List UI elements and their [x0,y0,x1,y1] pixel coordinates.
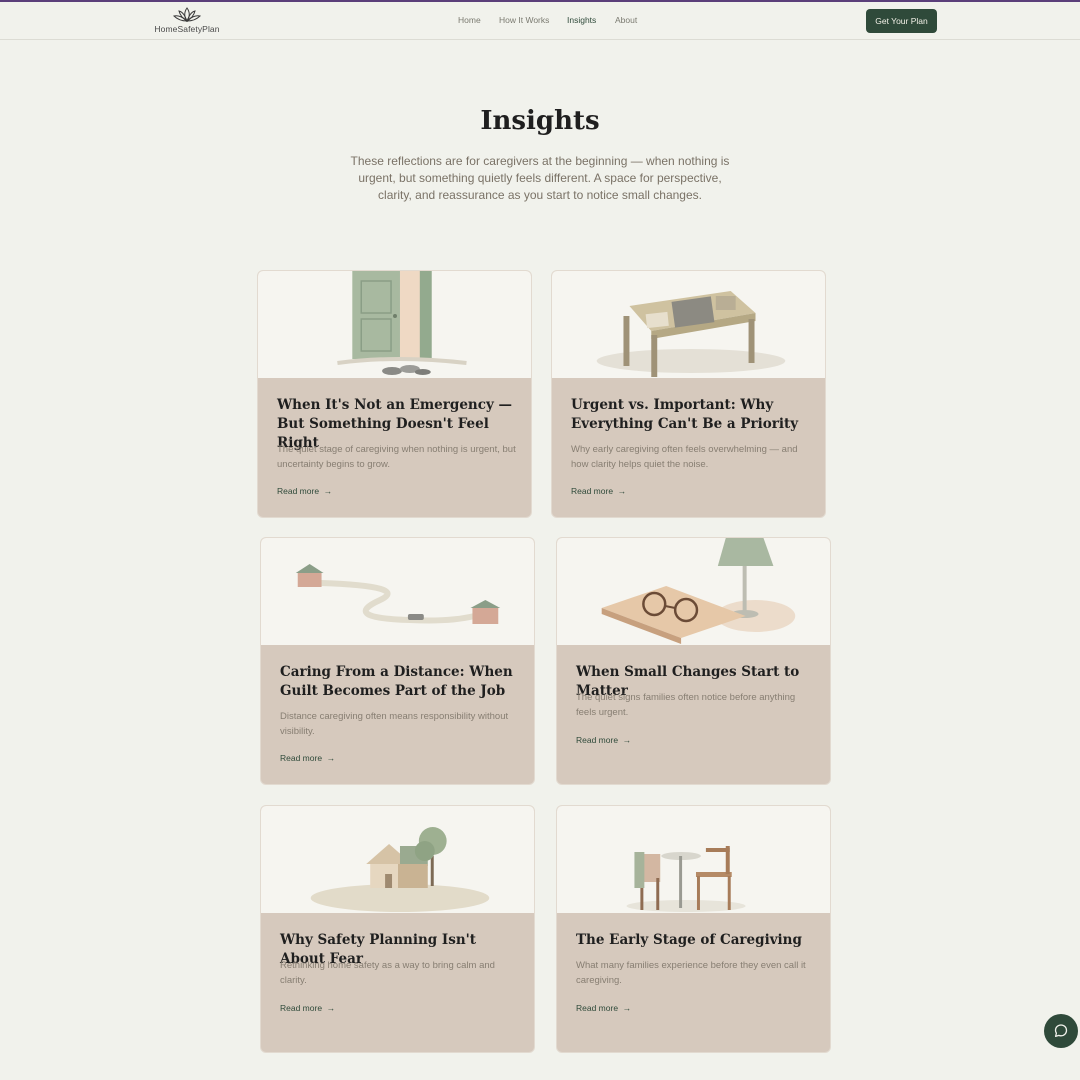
card-description: The quiet stage of caregiving when nothi… [277,444,516,470]
card-description: Why early caregiving often feels overwhe… [571,444,798,470]
nav-about[interactable]: About [615,15,637,25]
road-between-houses-illustration [261,538,534,645]
read-more-link[interactable]: Read more → [277,486,332,496]
read-more-label: Read more [280,753,323,763]
card-description: What many families experience before the… [576,960,806,986]
arrow-right-icon: → [620,1003,632,1013]
read-more-link[interactable]: Read more → [576,1003,631,1013]
cluttered-table-illustration [552,271,825,378]
arrow-right-icon: → [615,486,627,496]
insight-card[interactable]: The Early Stage of Caregiving What many … [556,805,831,1053]
card-description: The quiet signs families often notice be… [576,692,796,718]
card-description: Rethinking home safety as a way to bring… [280,960,495,986]
read-more-label: Read more [576,735,619,745]
open-door-slippers-illustration [258,271,531,378]
read-more-link[interactable]: Read more → [576,735,631,745]
card-title[interactable]: Urgent vs. Important: Why Everything Can… [571,396,811,434]
arrow-right-icon: → [324,753,336,763]
insight-card[interactable]: Why Safety Planning Isn't About Fear Ret… [260,805,535,1053]
read-more-label: Read more [576,1003,619,1013]
card-title[interactable]: Caring From a Distance: When Guilt Becom… [280,663,520,701]
book-glasses-lamp-illustration [557,538,830,645]
card-title[interactable]: The Early Stage of Caregiving [576,931,816,950]
house-tree-illustration [261,806,534,913]
nav-insights[interactable]: Insights [567,15,596,25]
arrow-right-icon: → [321,486,333,496]
read-more-link[interactable]: Read more → [280,1003,335,1013]
insight-card[interactable]: When It's Not an Emergency — But Somethi… [257,270,532,518]
nav-home[interactable]: Home [458,15,481,25]
page-title: Insights [480,106,600,136]
arrow-right-icon: → [324,1003,336,1013]
insight-card[interactable]: Caring From a Distance: When Guilt Becom… [260,537,535,785]
page-subtitle: These reflections are for caregivers at … [350,154,730,202]
read-more-label: Read more [277,486,320,496]
read-more-label: Read more [280,1003,323,1013]
card-description: Distance caregiving often means responsi… [280,711,509,737]
chat-bubble-icon [1054,1024,1068,1038]
read-more-link[interactable]: Read more → [280,753,335,763]
insight-card[interactable]: Urgent vs. Important: Why Everything Can… [551,270,826,518]
site-header: HomeSafetyPlan Home How It Works Insight… [0,2,1080,40]
read-more-label: Read more [571,486,614,496]
chat-button[interactable] [1044,1014,1078,1048]
read-more-link[interactable]: Read more → [571,486,626,496]
get-your-plan-button[interactable]: Get Your Plan [866,9,937,33]
nav-how-it-works[interactable]: How It Works [499,15,549,25]
insight-card[interactable]: When Small Changes Start to Matter The q… [556,537,831,785]
bistro-chairs-illustration [557,806,830,913]
arrow-right-icon: → [620,735,632,745]
